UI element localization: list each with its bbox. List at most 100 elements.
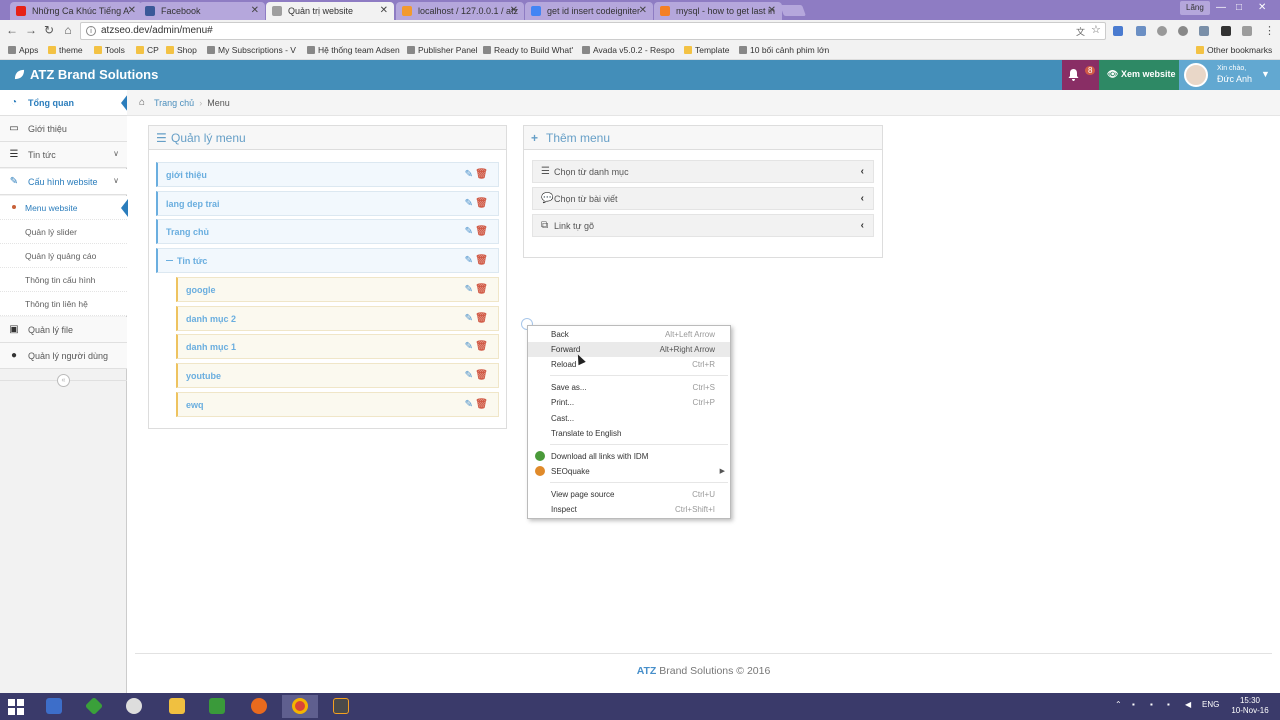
extension-icon[interactable] [1157, 26, 1167, 36]
pencil-icon[interactable]: ✎ [465, 198, 473, 209]
browser-tab[interactable]: Những Ca Khúc Tiếng A ✕ [10, 2, 142, 20]
extension-icon[interactable] [1178, 26, 1188, 36]
tray-icon[interactable]: ▪ [1150, 700, 1153, 709]
trash-icon[interactable]: 🗑 [475, 399, 488, 410]
close-icon[interactable]: ✕ [251, 5, 259, 16]
user-menu[interactable]: Xin chào, Đức Anh ▼ [1179, 60, 1280, 90]
bookmark[interactable]: Shop [166, 45, 197, 55]
context-seoquake[interactable]: SEOquake ▶ [528, 464, 730, 479]
tray-expand-icon[interactable]: ⌃ [1115, 700, 1122, 709]
translate-icon[interactable]: 文 [1076, 25, 1085, 38]
extension-icon[interactable] [1113, 26, 1123, 36]
volume-icon[interactable]: ◀ [1185, 700, 1191, 709]
tray-icon[interactable]: ▪ [1132, 700, 1135, 709]
taskbar-app-chrome[interactable] [282, 695, 318, 718]
other-bookmarks[interactable]: Other bookmarks [1196, 45, 1272, 55]
minimize-icon[interactable]: — [1216, 2, 1226, 13]
context-cast[interactable]: Cast... [528, 411, 730, 426]
home-icon[interactable]: ⌂ [61, 23, 75, 37]
trash-icon[interactable]: 🗑 [475, 341, 488, 352]
menu-child-row[interactable]: youtube ✎ 🗑 [176, 362, 499, 388]
browser-tab-active[interactable]: Quản trị website ✕ [266, 2, 394, 20]
brand-logo[interactable]: ATZ Brand Solutions [14, 67, 158, 82]
context-inspect[interactable]: Inspect Ctrl+Shift+I [528, 502, 730, 517]
context-print[interactable]: Print... Ctrl+P [528, 395, 730, 410]
close-icon[interactable]: ✕ [380, 5, 388, 16]
extension-icon[interactable] [1136, 26, 1146, 36]
bookmark[interactable]: Template [684, 45, 730, 55]
maximize-icon[interactable]: □ [1236, 2, 1242, 13]
sidebar-subitem-config-info[interactable]: Thông tin cấu hình [0, 268, 127, 292]
pencil-icon[interactable]: ✎ [465, 341, 473, 352]
trash-icon[interactable]: 🗑 [475, 284, 488, 295]
forward-arrow-icon[interactable]: → [24, 23, 38, 37]
pencil-icon[interactable]: ✎ [465, 169, 473, 180]
bookmark[interactable]: Publisher Panel [407, 45, 478, 55]
close-icon[interactable]: ✕ [768, 5, 776, 16]
menu-kebab-icon[interactable]: ⋮ [1264, 24, 1275, 37]
menu-child-row[interactable]: danh mục 2 ✎ 🗑 [176, 305, 499, 331]
context-back[interactable]: Back Alt+Left Arrow [528, 327, 730, 342]
pencil-icon[interactable]: ✎ [465, 370, 473, 381]
pencil-icon[interactable]: ✎ [465, 255, 473, 266]
trash-icon[interactable]: 🗑 [475, 255, 488, 266]
menu-row[interactable]: Trang chủ ✎ 🗑 [156, 219, 499, 245]
context-forward[interactable]: Forward Alt+Right Arrow [528, 342, 730, 357]
pencil-icon[interactable]: ✎ [465, 284, 473, 295]
bookmark[interactable]: 10 bối cảnh phim lớn [739, 45, 829, 55]
trash-icon[interactable]: 🗑 [475, 169, 488, 180]
profile-button[interactable]: Lãng [1180, 1, 1210, 15]
reload-icon[interactable]: ↻ [42, 23, 56, 37]
trash-icon[interactable]: 🗑 [475, 370, 488, 381]
close-icon[interactable]: ✕ [639, 5, 647, 16]
context-reload[interactable]: Reload Ctrl+R [528, 357, 730, 372]
breadcrumb-home-link[interactable]: Trang chủ [154, 98, 194, 108]
network-icon[interactable]: ▪ [1167, 700, 1170, 709]
menu-row[interactable]: Tin tức ✎ 🗑 [156, 248, 499, 274]
bookmark-apps[interactable]: Apps [8, 45, 38, 55]
sidebar-item-dashboard[interactable]: ◔ Tổng quan [0, 90, 128, 116]
bookmark[interactable]: My Subscriptions - V [207, 45, 296, 55]
info-icon[interactable]: i [86, 26, 96, 36]
view-website-button[interactable]: 👁 Xem website [1099, 60, 1179, 90]
star-icon[interactable]: ☆ [1091, 23, 1101, 36]
menu-row[interactable]: giới thiệu ✎ 🗑 [156, 162, 499, 187]
gmail-icon[interactable] [1221, 26, 1231, 36]
sidebar-subitem-slider[interactable]: Quản lý slider [0, 220, 127, 244]
bookmark[interactable]: Tools [94, 45, 125, 55]
close-window-icon[interactable]: ✕ [1258, 2, 1266, 13]
new-tab-button[interactable] [779, 5, 807, 16]
menu-row[interactable]: lang dep trai ✎ 🗑 [156, 190, 499, 216]
taskbar-clock[interactable]: 15:30 10-Nov-16 [1229, 696, 1271, 716]
language-indicator[interactable]: ENG [1202, 700, 1219, 709]
collapse-minus-icon[interactable] [166, 260, 173, 262]
pencil-icon[interactable]: ✎ [465, 399, 473, 410]
context-translate[interactable]: Translate to English [528, 426, 730, 441]
sidebar-subitem-ads[interactable]: Quản lý quảng cáo [0, 244, 127, 268]
bookmark[interactable]: theme [48, 45, 83, 55]
menu-child-row[interactable]: ewq ✎ 🗑 [176, 391, 499, 417]
close-icon[interactable]: ✕ [510, 5, 518, 16]
sidebar-subitem-contact[interactable]: Thông tin liên hệ [0, 292, 127, 316]
sidebar-item-news[interactable]: ☰ Tin tức ∨ [0, 142, 127, 168]
bookmark[interactable]: Avada v5.0.2 - Respo [582, 45, 675, 55]
taskbar-app[interactable] [199, 695, 235, 718]
context-idm-download[interactable]: Download all links with IDM [528, 449, 730, 464]
sidebar-item-about[interactable]: ▭ Giới thiệu [0, 116, 127, 142]
taskbar-app[interactable] [36, 695, 72, 718]
close-icon[interactable]: ✕ [128, 5, 136, 16]
context-save-as[interactable]: Save as... Ctrl+S [528, 380, 730, 395]
back-arrow-icon[interactable]: ← [5, 23, 19, 37]
taskbar-app[interactable] [159, 695, 195, 718]
extension-icon[interactable] [1242, 26, 1252, 36]
menu-child-row[interactable]: danh mục 1 ✎ 🗑 [176, 334, 499, 360]
sidebar-subitem-menu[interactable]: Menu website [0, 196, 128, 220]
pencil-icon[interactable]: ✎ [465, 313, 473, 324]
taskbar-app[interactable] [323, 695, 359, 718]
sidebar-item-users[interactable]: ● Quản lý người dùng [0, 343, 127, 369]
notifications-button[interactable]: 8 [1062, 60, 1099, 90]
pencil-icon[interactable]: ✎ [465, 226, 473, 237]
add-from-post-row[interactable]: 💬 Chọn từ bài viết ‹ [532, 187, 874, 210]
menu-child-row[interactable]: google ✎ 🗑 [176, 276, 499, 302]
extension-icon[interactable] [1199, 26, 1209, 36]
